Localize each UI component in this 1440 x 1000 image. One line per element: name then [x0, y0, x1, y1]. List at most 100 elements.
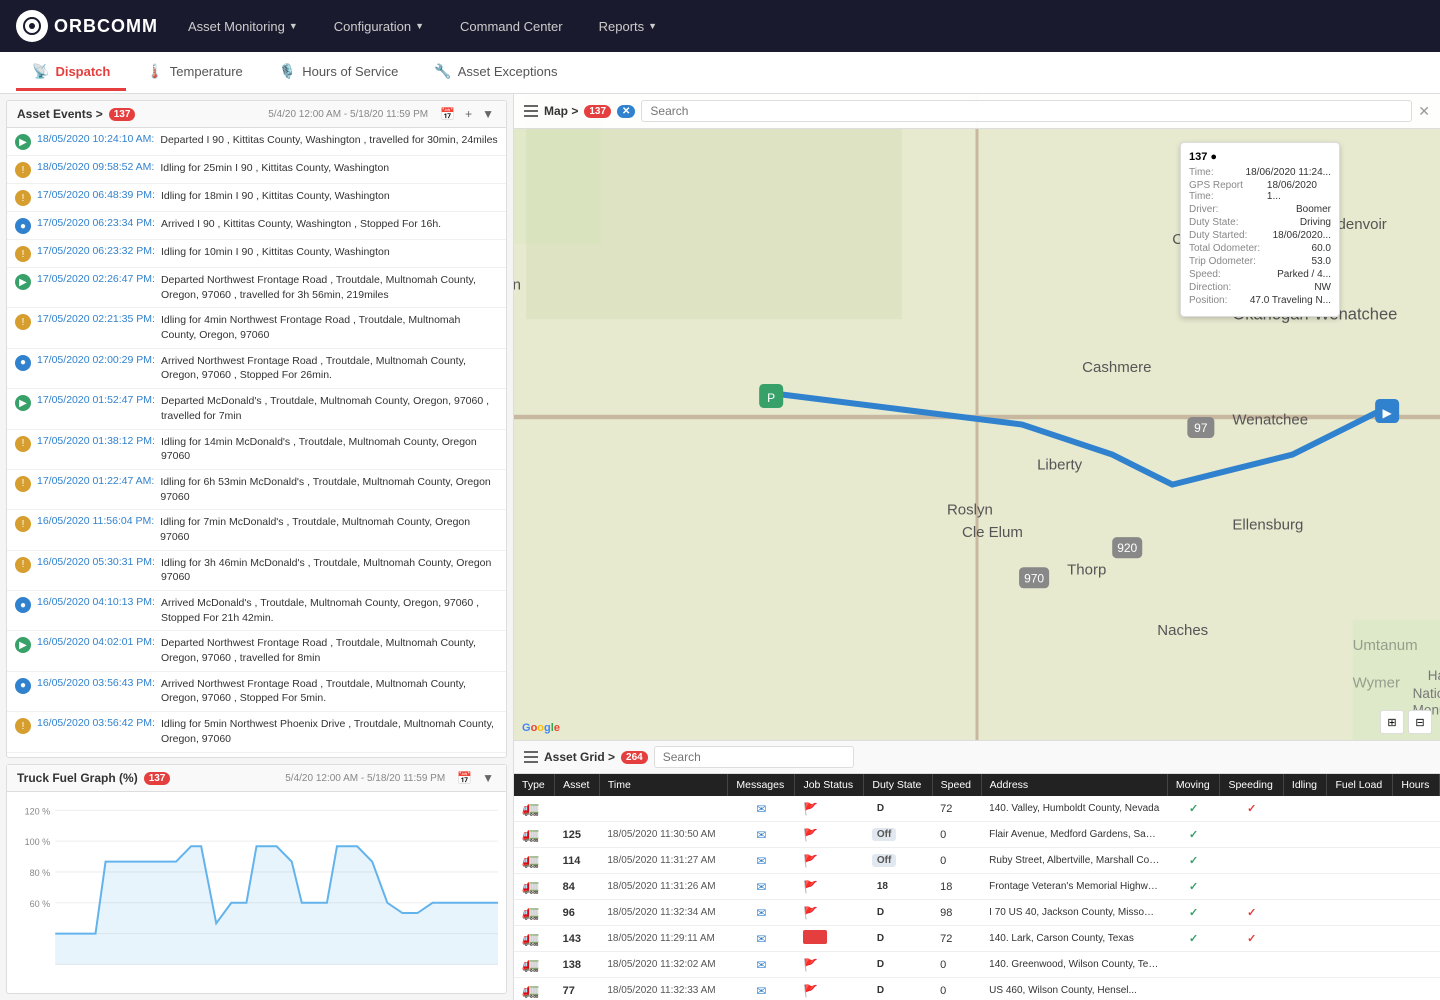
- asset-events-panel: Asset Events > 137 5/4/20 12:00 AM - 5/1…: [6, 100, 507, 758]
- cell-asset: 84: [555, 874, 600, 900]
- right-panel: Map > 137 ✕ ✕ P: [514, 94, 1440, 1000]
- expand-icon[interactable]: ▼: [480, 107, 496, 121]
- cell-hours: [1393, 796, 1440, 822]
- truck-icon: 🚛: [522, 956, 539, 972]
- cell-address: I 70 US 40, Jackson County, Missouri...: [981, 900, 1167, 926]
- cell-idling: [1283, 848, 1327, 874]
- tab-hours-of-service[interactable]: 🎙️ Hours of Service: [263, 55, 415, 91]
- map-menu-icon[interactable]: [524, 105, 538, 117]
- fuel-expand-icon[interactable]: ▼: [480, 771, 496, 785]
- event-time[interactable]: 17/05/2020 01:52:47 PM:: [37, 394, 155, 406]
- map-contract-button[interactable]: ⊟: [1408, 710, 1432, 734]
- calendar-icon[interactable]: 📅: [438, 107, 457, 121]
- yellow-event-icon: !: [15, 190, 31, 206]
- cell-job-status: 🚩: [795, 796, 864, 822]
- tab-asset-exceptions[interactable]: 🔧 Asset Exceptions: [418, 55, 573, 91]
- event-time[interactable]: 17/05/2020 01:38:12 PM:: [37, 435, 155, 447]
- event-text: Idling for 5min Northwest Phoenix Drive …: [161, 717, 498, 746]
- message-icon: ✉: [756, 932, 766, 946]
- svg-text:60 %: 60 %: [30, 899, 51, 909]
- cell-asset: [555, 796, 600, 822]
- event-time[interactable]: 17/05/2020 06:23:34 PM:: [37, 217, 155, 229]
- cell-messages: ✉: [728, 822, 795, 848]
- event-time[interactable]: 17/05/2020 06:23:32 PM:: [37, 245, 155, 257]
- cell-messages: ✉: [728, 848, 795, 874]
- asset-events-date: 5/4/20 12:00 AM - 5/18/20 11:59 PM: [268, 109, 428, 120]
- list-item: ! 16/05/2020 03:56:42 PM: Idling for 5mi…: [7, 712, 506, 752]
- event-time[interactable]: 16/05/2020 04:10:13 PM:: [37, 596, 155, 608]
- grid-menu-icon[interactable]: [524, 751, 538, 763]
- yellow-event-icon: !: [15, 557, 31, 573]
- asset-grid-search[interactable]: [654, 746, 854, 768]
- nav-command-center[interactable]: Command Center: [454, 15, 569, 38]
- svg-text:80 %: 80 %: [30, 868, 51, 878]
- message-icon: ✉: [756, 958, 766, 972]
- cell-hours: [1393, 874, 1440, 900]
- truck-icon: 🚛: [522, 826, 539, 842]
- svg-text:Wenatchee: Wenatchee: [1232, 412, 1308, 429]
- event-time[interactable]: 16/05/2020 11:56:04 PM:: [37, 515, 154, 527]
- map-header: Map > 137 ✕ ✕: [514, 94, 1440, 129]
- cell-messages: ✉: [728, 978, 795, 1000]
- map-close-icon[interactable]: ✕: [1418, 103, 1430, 120]
- event-time[interactable]: 16/05/2020 04:02:01 PM:: [37, 636, 155, 648]
- moving-check: ✓: [1189, 829, 1198, 841]
- event-time[interactable]: 16/05/2020 03:56:42 PM:: [37, 717, 155, 729]
- event-time[interactable]: 18/05/2020 10:24:10 AM:: [37, 133, 154, 145]
- cell-address: Ruby Street, Albertville, Marshall Count…: [981, 848, 1167, 874]
- col-job-status: Job Status: [795, 774, 864, 796]
- nav-configuration[interactable]: Configuration ▼: [328, 15, 430, 38]
- cell-idling: [1283, 874, 1327, 900]
- message-icon: ✉: [756, 854, 766, 868]
- svg-text:970: 970: [1024, 571, 1044, 585]
- event-time[interactable]: 17/05/2020 02:00:29 PM:: [37, 354, 155, 366]
- tab-dispatch[interactable]: 📡 Dispatch: [16, 55, 126, 91]
- event-time[interactable]: 17/05/2020 02:26:47 PM:: [37, 273, 155, 285]
- cell-hours: [1393, 848, 1440, 874]
- google-logo: Google: [522, 722, 560, 734]
- cell-asset: 77: [555, 978, 600, 1000]
- event-time[interactable]: 17/05/2020 06:48:39 PM:: [37, 189, 155, 201]
- cell-moving: ✓: [1167, 796, 1220, 822]
- tab-temperature[interactable]: 🌡️ Temperature: [130, 55, 258, 91]
- cell-idling: [1283, 952, 1327, 978]
- cell-job-status: 🚩: [795, 822, 864, 848]
- fuel-calendar-icon[interactable]: 📅: [455, 771, 474, 785]
- map-search-input[interactable]: [641, 100, 1412, 122]
- add-icon[interactable]: +: [463, 107, 474, 121]
- event-time[interactable]: 17/05/2020 02:21:35 PM:: [37, 313, 155, 325]
- duty-state-badge: D: [872, 906, 889, 919]
- asset-events-actions: 📅 + ▼: [438, 107, 496, 121]
- svg-text:920: 920: [1117, 541, 1137, 555]
- svg-text:▶: ▶: [1383, 406, 1393, 420]
- event-time[interactable]: 18/05/2020 09:58:52 AM:: [37, 161, 154, 173]
- cell-fuel-load: [1327, 796, 1393, 822]
- table-row: 🚛 114 18/05/2020 11:31:27 AM ✉ 🚩 Off 0 R…: [514, 848, 1440, 874]
- duty-state-badge: Off: [872, 854, 896, 867]
- event-time[interactable]: 16/05/2020 03:56:43 PM:: [37, 677, 155, 689]
- nav-reports[interactable]: Reports ▼: [593, 15, 663, 38]
- cell-job-status: [795, 926, 864, 952]
- asset-grid-badge: 264: [621, 751, 648, 764]
- cell-messages: ✉: [728, 926, 795, 952]
- cell-asset: 143: [555, 926, 600, 952]
- yellow-event-icon: !: [15, 246, 31, 262]
- list-item: ! 18/05/2020 09:58:52 AM: Idling for 25m…: [7, 156, 506, 184]
- event-time[interactable]: 16/05/2020 05:30:31 PM:: [37, 556, 155, 568]
- cell-speed: 18: [932, 874, 981, 900]
- svg-text:Thorp: Thorp: [1067, 562, 1106, 579]
- event-time[interactable]: 17/05/2020 01:22:47 AM:: [37, 475, 154, 487]
- col-fuel-load: Fuel Load: [1327, 774, 1393, 796]
- cell-fuel-load: [1327, 952, 1393, 978]
- svg-text:National: National: [1413, 686, 1440, 701]
- fuel-graph-title: Truck Fuel Graph (%): [17, 771, 138, 785]
- col-type: Type: [514, 774, 555, 796]
- asset-events-title: Asset Events >: [17, 107, 103, 121]
- cell-speed: 72: [932, 796, 981, 822]
- cell-idling: [1283, 796, 1327, 822]
- map-expand-button[interactable]: ⊞: [1380, 710, 1404, 734]
- cell-asset: 96: [555, 900, 600, 926]
- cell-moving: [1167, 978, 1220, 1000]
- fuel-graph-panel: Truck Fuel Graph (%) 137 5/4/20 12:00 AM…: [6, 764, 507, 994]
- nav-asset-monitoring[interactable]: Asset Monitoring ▼: [182, 15, 304, 38]
